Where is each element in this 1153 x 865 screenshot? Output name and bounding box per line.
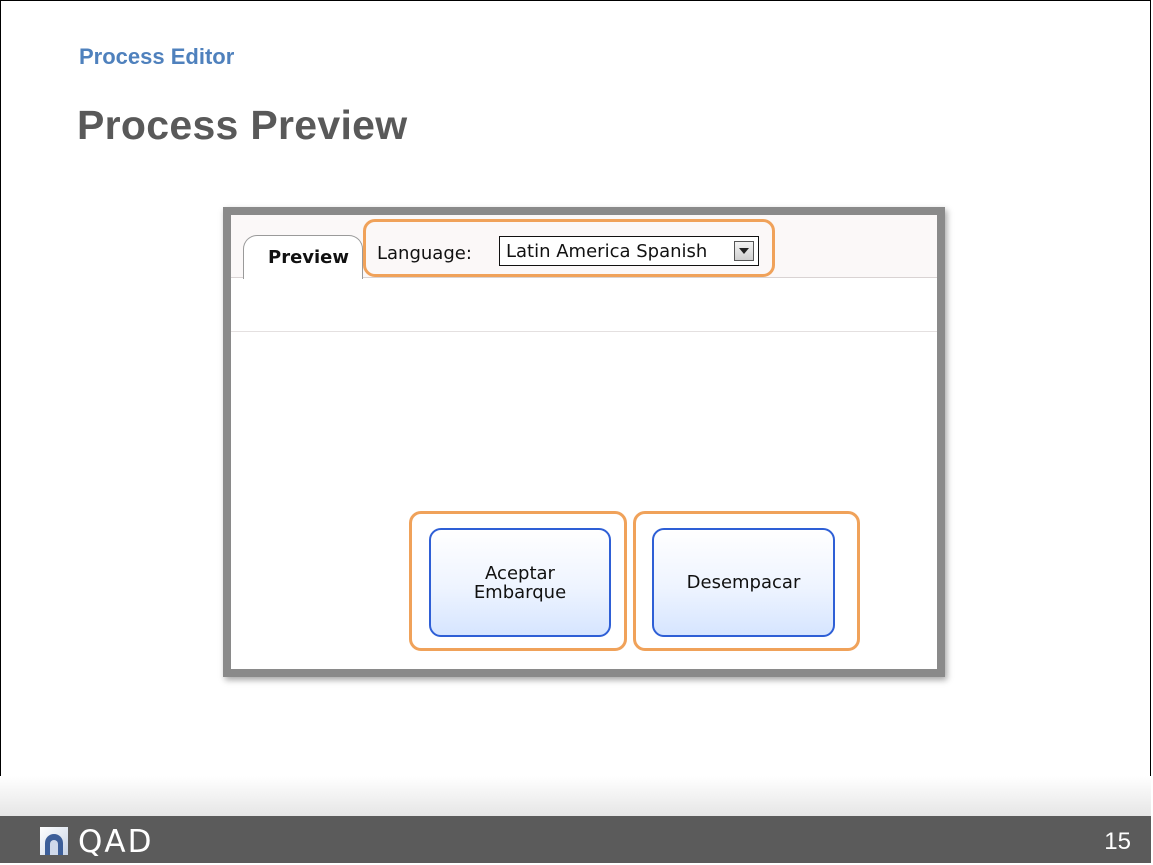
language-label: Language: (377, 243, 472, 264)
page-number: 15 (1104, 828, 1131, 855)
content-divider (231, 331, 937, 332)
qad-logo-icon (40, 827, 68, 855)
page-title: Process Preview (77, 102, 408, 148)
tab-preview[interactable]: Preview (243, 235, 363, 279)
preview-toolbar: Preview Language: Latin America Spanish (231, 215, 937, 279)
qad-logo-text: QAD (78, 824, 154, 860)
desempacar-button[interactable]: Desempacar (652, 528, 835, 637)
tab-preview-label: Preview (268, 247, 350, 268)
process-preview-screenshot: Preview Language: Latin America Spanish … (223, 207, 945, 677)
aceptar-embarque-button[interactable]: Aceptar Embarque (429, 528, 611, 637)
chevron-down-icon[interactable] (734, 241, 754, 261)
footer-fade (0, 776, 1151, 816)
footer-bar: QAD 15 (0, 816, 1151, 863)
language-select[interactable]: Latin America Spanish (499, 236, 759, 266)
section-title: Process Editor (79, 44, 235, 69)
language-select-value: Latin America Spanish (506, 241, 708, 262)
